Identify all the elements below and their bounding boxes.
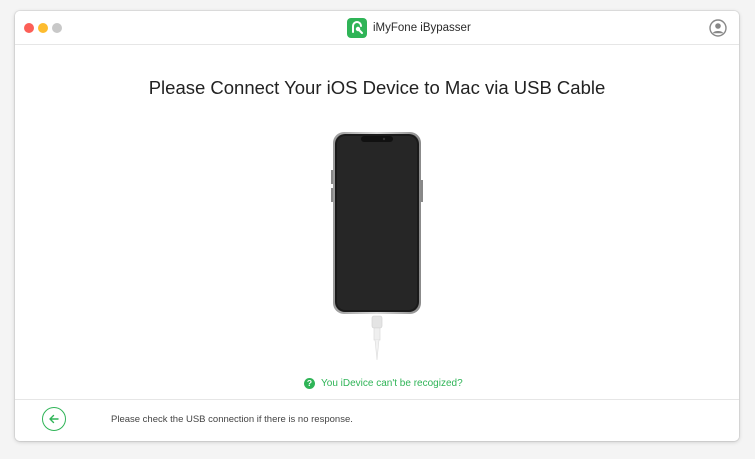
app-window: iMyFone iBypasser Please Connect Your iO… <box>15 11 739 441</box>
device-not-recognized-link[interactable]: ? You iDevice can't be recogized? <box>304 376 463 390</box>
app-title-group: iMyFone iBypasser <box>347 18 471 38</box>
app-logo-icon <box>347 18 367 38</box>
question-circle-icon: ? <box>304 377 315 389</box>
window-maximize-button[interactable] <box>52 23 62 33</box>
status-message: Please check the USB connection if there… <box>111 414 353 425</box>
user-circle-icon[interactable] <box>709 19 727 37</box>
footer-bar: Please check the USB connection if there… <box>15 399 739 441</box>
page-title: Please Connect Your iOS Device to Mac vi… <box>148 77 606 98</box>
arrow-left-icon <box>49 414 59 424</box>
device-illustration <box>331 130 423 361</box>
window-minimize-button[interactable] <box>38 23 48 33</box>
window-close-button[interactable] <box>24 23 34 33</box>
app-title: iMyFone iBypasser <box>373 22 471 34</box>
title-bar: iMyFone iBypasser <box>15 11 739 45</box>
help-link-label: You iDevice can't be recogized? <box>321 377 463 389</box>
back-button[interactable] <box>42 407 66 431</box>
